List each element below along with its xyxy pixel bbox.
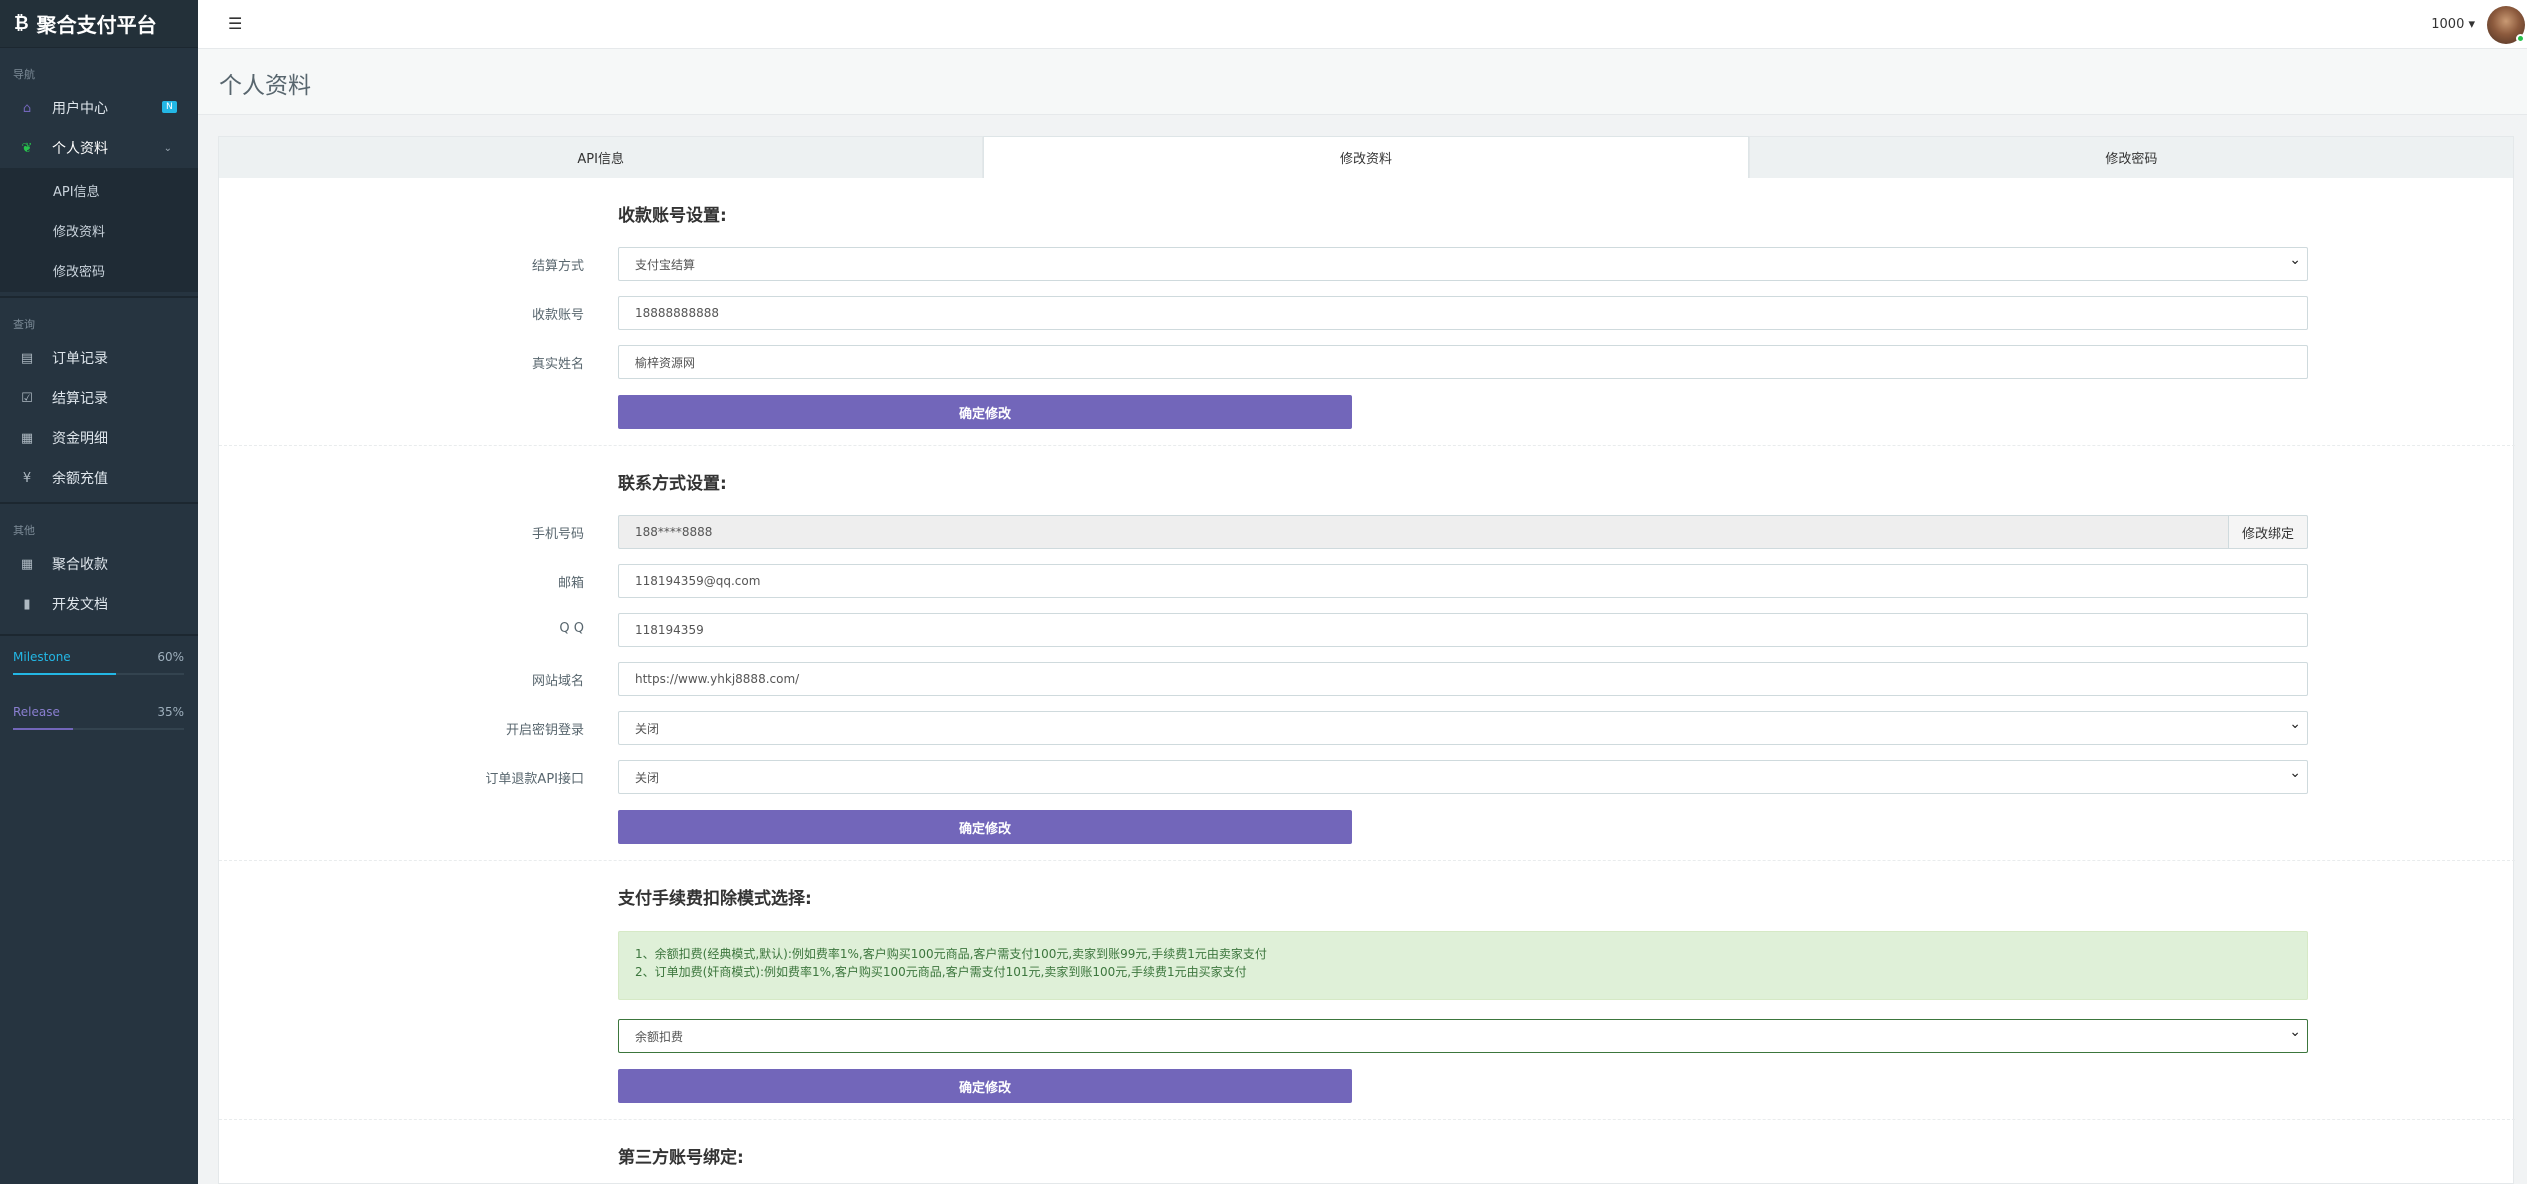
fee-section-title: 支付手续费扣除模式选择: [618, 889, 812, 909]
domain-input[interactable]: https://www.yhkj8888.com/ [618, 662, 2308, 696]
contact-section-title: 联系方式设置: [618, 474, 727, 494]
nav-section-label: 导航 [13, 68, 35, 81]
brand[interactable]: ₿ 聚合支付平台 [0, 0, 198, 48]
key-login-select[interactable]: 关闭 [618, 711, 2308, 745]
sidebar-item-recharge[interactable]: ¥ 余额充值 [0, 458, 198, 498]
settle-method-select[interactable]: 支付宝结算 [618, 247, 2308, 281]
fee-mode-line-2: 2、订单加费(奸商模式):例如费率1%,客户购买100元商品,客户需支付101元… [635, 965, 1247, 979]
qrcode-icon: ▦ [20, 556, 34, 572]
chevron-down-icon: ⌄ [163, 142, 172, 154]
home-icon: ⌂ [22, 100, 32, 116]
sidebar: ₿ 聚合支付平台 导航 ⌂ 用户中心 N ❦ 个人资料 ⌄ API信息 修改资料… [0, 0, 198, 1184]
release-label: Release [13, 705, 60, 719]
leaf-icon: ❦ [21, 140, 33, 156]
submenu-item-change-password[interactable]: 修改密码 [0, 250, 198, 290]
sidebar-item-profile[interactable]: ❦ 个人资料 ⌄ [0, 128, 198, 168]
user-name-dropdown[interactable]: 1000 ▾ [2431, 17, 2475, 32]
account-label: 收款账号 [531, 308, 584, 323]
submenu-item-edit-profile[interactable]: 修改资料 [0, 210, 198, 250]
milestone-value: 60% [157, 650, 184, 664]
domain-label: 网站域名 [531, 674, 584, 689]
milestone-progress-fill [13, 673, 116, 675]
sidebar-item-aggregate-pay[interactable]: ▦ 聚合收款 [0, 544, 198, 584]
settle-method-label: 结算方式 [531, 259, 584, 274]
release-progress-row: Release 35% [0, 675, 198, 719]
payment-submit-button[interactable]: 确定修改 [618, 395, 1352, 429]
milestone-progress-row: Milestone 60% [0, 636, 198, 664]
brand-title: 聚合支付平台 [36, 13, 157, 37]
release-progress-fill [13, 728, 73, 730]
refund-api-label: 订单退款API接口 [485, 772, 584, 787]
section-divider [219, 1119, 2515, 1120]
sidebar-item-docs[interactable]: ▮ 开发文档 [0, 584, 198, 624]
yen-icon: ¥ [22, 470, 32, 486]
sidebar-item-label: 资金明细 [52, 431, 108, 447]
query-section-label: 查询 [13, 318, 35, 331]
tab-edit-profile[interactable]: 修改资料 [983, 136, 1749, 178]
check-square-icon: ☑ [21, 390, 33, 406]
other-section-label: 其他 [13, 524, 35, 537]
calendar-icon: ▦ [20, 430, 34, 446]
real-name-input[interactable]: 榆梓资源网 [618, 345, 2308, 379]
section-divider [219, 445, 2515, 446]
sidebar-item-label: 开发文档 [52, 597, 108, 613]
page-title: 个人资料 [219, 73, 311, 99]
sidebar-item-label: 用户中心 [52, 101, 108, 117]
email-input[interactable]: 118194359@qq.com [618, 564, 2308, 598]
real-name-label: 真实姓名 [531, 357, 584, 372]
account-input[interactable]: 18888888888 [618, 296, 2308, 330]
tab-change-password[interactable]: 修改密码 [1748, 136, 2514, 178]
online-status-dot [2516, 33, 2525, 43]
fee-mode-line-1: 1、余额扣费(经典模式,默认):例如费率1%,客户购买100元商品,客户需支付1… [635, 947, 1267, 961]
book-icon: ▮ [23, 596, 31, 612]
profile-form-panel: 收款账号设置: 结算方式 支付宝结算 收款账号 18888888888 真实姓名… [218, 178, 2515, 1184]
avatar[interactable] [2487, 5, 2525, 44]
key-login-label: 开启密钥登录 [505, 723, 584, 738]
third-party-section-title: 第三方账号绑定: [618, 1148, 744, 1168]
qq-label: Q Q [559, 621, 584, 636]
sidebar-item-label: 余额充值 [52, 471, 108, 487]
qq-input[interactable]: 118194359 [618, 613, 2308, 647]
phone-input: 188****8888 [618, 515, 2228, 549]
change-binding-button[interactable]: 修改绑定 [2228, 515, 2308, 549]
phone-label: 手机号码 [531, 527, 584, 542]
sidebar-item-funds[interactable]: ▦ 资金明细 [0, 418, 198, 458]
tab-bar: API信息 修改资料 修改密码 [218, 136, 2514, 178]
email-label: 邮箱 [557, 576, 584, 591]
milestone-label: Milestone [13, 650, 71, 664]
topbar: ☰ 1000 ▾ [198, 0, 2527, 49]
payment-section-title: 收款账号设置: [618, 206, 727, 226]
sidebar-item-label: 结算记录 [52, 391, 108, 407]
sidebar-item-orders[interactable]: ▤ 订单记录 [0, 338, 198, 378]
fee-submit-button[interactable]: 确定修改 [618, 1069, 1352, 1103]
sidebar-item-settlements[interactable]: ☑ 结算记录 [0, 378, 198, 418]
list-icon: ▤ [20, 350, 34, 366]
bitcoin-logo-icon: ₿ [14, 13, 29, 34]
sidebar-item-label: 聚合收款 [52, 557, 108, 573]
profile-submenu: API信息 修改资料 修改密码 [0, 168, 198, 292]
sidebar-item-label: 个人资料 [52, 141, 108, 157]
release-value: 35% [157, 705, 184, 719]
submenu-item-api-info[interactable]: API信息 [0, 170, 198, 210]
user-menu[interactable]: 1000 ▾ [2431, 0, 2527, 49]
refund-api-select[interactable]: 关闭 [618, 760, 2308, 794]
new-badge: N [162, 101, 177, 113]
menu-toggle-icon[interactable]: ☰ [228, 14, 242, 33]
release-progress-bar [13, 728, 184, 730]
fee-mode-info-alert: 1、余额扣费(经典模式,默认):例如费率1%,客户购买100元商品,客户需支付1… [618, 931, 2308, 1000]
fee-mode-select[interactable]: 余额扣费 [618, 1019, 2308, 1053]
contact-submit-button[interactable]: 确定修改 [618, 810, 1352, 844]
sidebar-item-label: 订单记录 [52, 351, 108, 367]
section-divider [219, 860, 2515, 861]
sidebar-item-user-center[interactable]: ⌂ 用户中心 N [0, 88, 198, 128]
milestone-progress-bar [13, 673, 184, 675]
page-header: 个人资料 [198, 49, 2527, 115]
tab-api-info[interactable]: API信息 [218, 136, 984, 178]
